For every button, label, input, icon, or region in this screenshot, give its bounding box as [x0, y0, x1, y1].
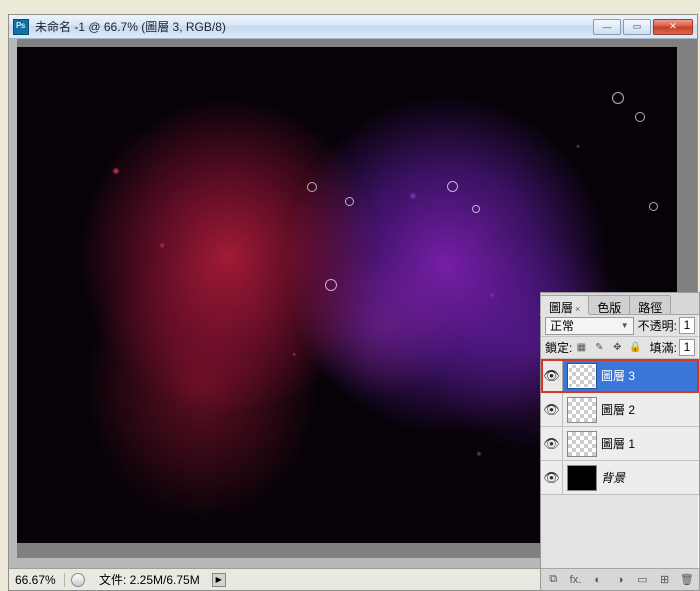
- shape-circle: [345, 197, 354, 206]
- opacity-value[interactable]: 1: [679, 317, 695, 334]
- trash-icon[interactable]: 🗑: [679, 572, 695, 588]
- doc-info: 文件: 2.25M/6.75M: [91, 571, 208, 588]
- layer-thumbnail[interactable]: [567, 431, 597, 457]
- layer-row[interactable]: 👁 圖層 1: [541, 427, 699, 461]
- blend-opacity-row: 正常 ▼ 不透明: 1: [541, 315, 699, 337]
- layer-fx-icon[interactable]: fx.: [567, 572, 583, 588]
- opacity-label: 不透明:: [638, 317, 677, 334]
- adjustment-layer-icon[interactable]: ◑: [612, 572, 628, 588]
- layers-list: 👁 圖層 3 👁 圖層 2 👁 圖層 1 👁 背景: [541, 359, 699, 495]
- tab-layers[interactable]: 圖層×: [540, 295, 589, 314]
- panel-tabs: 圖層× 色版 路徑: [541, 293, 699, 315]
- tab-channels[interactable]: 色版: [588, 295, 630, 314]
- lock-label: 鎖定:: [545, 339, 572, 356]
- visibility-toggle[interactable]: 👁: [541, 393, 563, 426]
- blend-mode-value: 正常: [550, 317, 574, 334]
- panel-footer: ⧉ fx. ◐ ◑ ▭ ⊞ 🗑: [541, 568, 699, 590]
- lock-all-icon[interactable]: 🔒: [627, 340, 643, 356]
- layers-panel: 圖層× 色版 路徑 正常 ▼ 不透明: 1 鎖定: ▦ ✎ ✥ 🔒 填滿: 1 …: [540, 292, 700, 591]
- layer-row[interactable]: 👁 背景: [541, 461, 699, 495]
- layer-name[interactable]: 背景: [601, 469, 625, 486]
- layer-thumbnail[interactable]: [567, 465, 597, 491]
- layer-mask-icon[interactable]: ◐: [590, 572, 606, 588]
- window-title: 未命名 -1 @ 66.7% (圖層 3, RGB/8): [35, 18, 226, 35]
- layer-row[interactable]: 👁 圖層 3: [541, 359, 699, 393]
- zoom-value[interactable]: 66.67%: [9, 573, 65, 587]
- close-icon[interactable]: ×: [575, 304, 580, 314]
- lock-position-icon[interactable]: ✥: [609, 340, 625, 356]
- chevron-down-icon: ▼: [621, 321, 629, 330]
- blend-mode-select[interactable]: 正常 ▼: [545, 317, 634, 335]
- titlebar[interactable]: 未命名 -1 @ 66.7% (圖層 3, RGB/8) — ▭ ✕: [9, 15, 697, 39]
- visibility-toggle[interactable]: 👁: [541, 427, 563, 460]
- app-icon: [13, 19, 29, 35]
- shape-circle: [307, 182, 317, 192]
- lock-fill-row: 鎖定: ▦ ✎ ✥ 🔒 填滿: 1: [541, 337, 699, 359]
- fill-label: 填滿:: [650, 339, 677, 356]
- fill-value[interactable]: 1: [679, 339, 695, 356]
- new-layer-icon[interactable]: ⊞: [656, 572, 672, 588]
- link-layers-icon[interactable]: ⧉: [545, 572, 561, 588]
- shape-circle: [472, 205, 480, 213]
- shape-circle: [635, 112, 645, 122]
- close-button[interactable]: ✕: [653, 19, 693, 35]
- layer-thumbnail[interactable]: [567, 363, 597, 389]
- visibility-toggle[interactable]: 👁: [541, 461, 563, 494]
- layer-thumbnail[interactable]: [567, 397, 597, 423]
- visibility-toggle[interactable]: 👁: [541, 359, 563, 392]
- shape-circle: [612, 92, 624, 104]
- shape-circle: [447, 181, 458, 192]
- layer-name[interactable]: 圖層 1: [601, 435, 635, 452]
- lock-paint-icon[interactable]: ✎: [591, 340, 607, 356]
- group-icon[interactable]: ▭: [634, 572, 650, 588]
- info-menu-button[interactable]: ▶: [212, 573, 226, 587]
- lock-transparency-icon[interactable]: ▦: [573, 340, 589, 356]
- minimize-button[interactable]: —: [593, 19, 621, 35]
- tab-layers-label: 圖層: [549, 301, 573, 315]
- shape-circle: [325, 279, 337, 291]
- shape-circle: [649, 202, 658, 211]
- layer-row[interactable]: 👁 圖層 2: [541, 393, 699, 427]
- doc-info-icon[interactable]: [71, 573, 85, 587]
- maximize-button[interactable]: ▭: [623, 19, 651, 35]
- tab-paths[interactable]: 路徑: [629, 295, 671, 314]
- layer-name[interactable]: 圖層 2: [601, 401, 635, 418]
- layer-name[interactable]: 圖層 3: [601, 367, 635, 384]
